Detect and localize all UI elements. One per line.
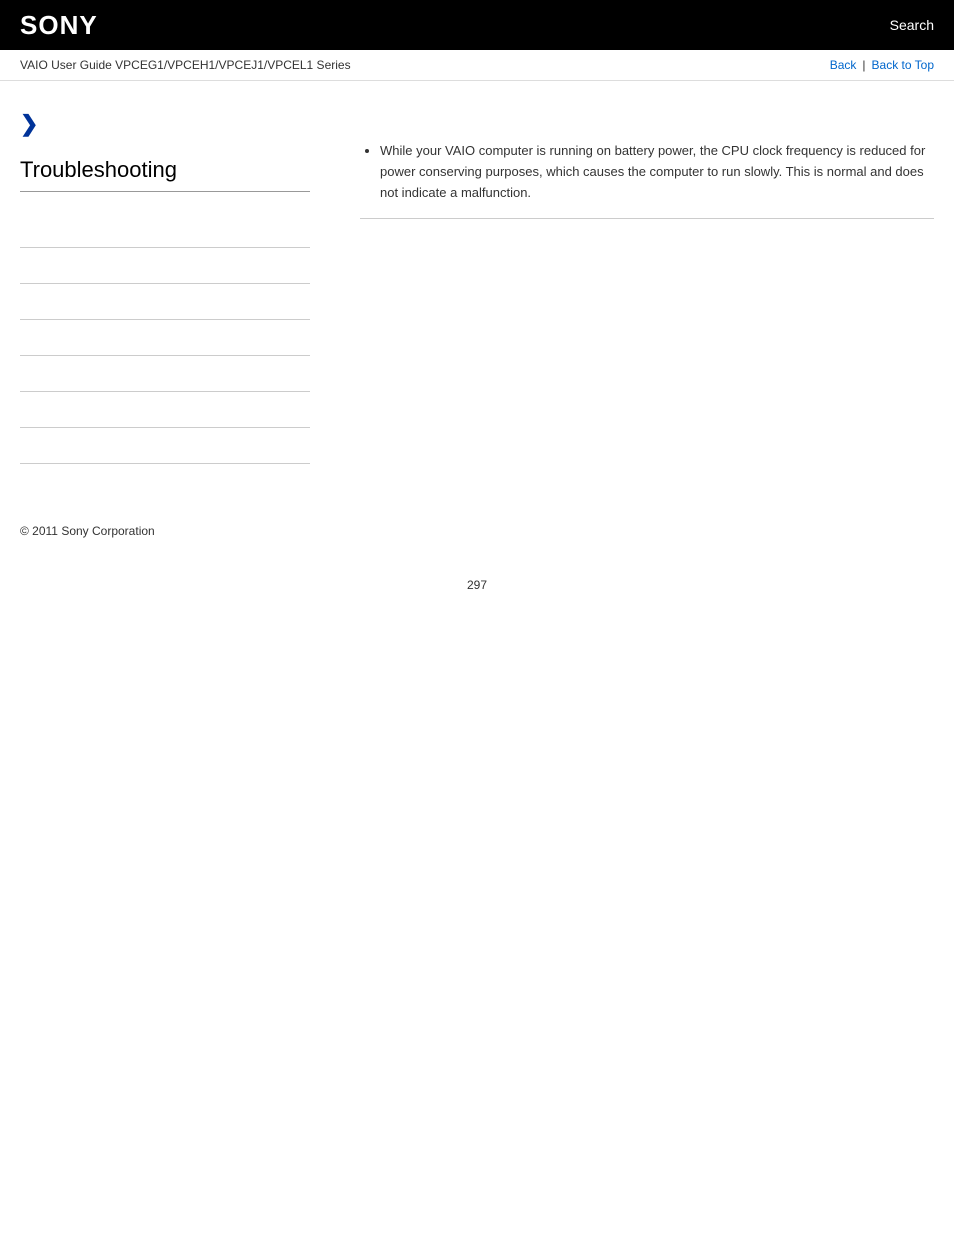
copyright-text: © 2011 Sony Corporation [20,524,155,538]
bullet-list: While your VAIO computer is running on b… [360,141,934,203]
search-button[interactable]: Search [890,17,934,33]
header: SONY Search [0,0,954,50]
guide-title: VAIO User Guide VPCEG1/VPCEH1/VPCEJ1/VPC… [20,58,351,72]
list-item[interactable] [20,320,310,356]
list-item: While your VAIO computer is running on b… [380,141,934,203]
list-item[interactable] [20,284,310,320]
breadcrumb-nav: Back | Back to Top [830,58,934,72]
content-divider [360,218,934,219]
list-item[interactable] [20,392,310,428]
back-to-top-link[interactable]: Back to Top [872,58,934,72]
list-item[interactable] [20,356,310,392]
content-area: While your VAIO computer is running on b… [330,101,934,464]
sidebar: ❯ Troubleshooting [20,101,330,464]
breadcrumb-bar: VAIO User Guide VPCEG1/VPCEH1/VPCEJ1/VPC… [0,50,954,81]
main-content: ❯ Troubleshooting While your VAIO comput… [0,81,954,484]
footer: © 2011 Sony Corporation [0,504,954,558]
list-item[interactable] [20,428,310,464]
back-link[interactable]: Back [830,58,857,72]
sidebar-links [20,212,310,464]
section-title: Troubleshooting [20,157,310,192]
list-item[interactable] [20,212,310,248]
chevron-icon: ❯ [20,111,38,137]
page-number: 297 [0,558,954,612]
list-item[interactable] [20,248,310,284]
nav-separator: | [862,58,865,72]
content-section: While your VAIO computer is running on b… [360,141,934,219]
sony-logo: SONY [20,10,98,41]
